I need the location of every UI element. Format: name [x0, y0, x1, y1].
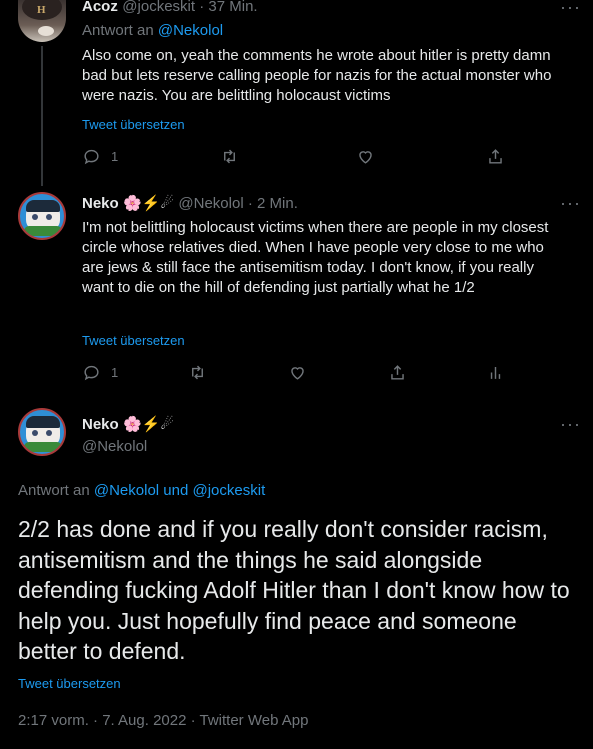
- reply-button[interactable]: 1: [82, 363, 118, 382]
- author-handle[interactable]: @jockeskit: [122, 0, 195, 15]
- reply-icon: [84, 365, 99, 381]
- author-name[interactable]: Acoz: [82, 0, 118, 15]
- more-icon[interactable]: ···: [560, 194, 581, 212]
- reply-prefix: Antwort an: [82, 22, 158, 39]
- name-emojis: 🌸⚡☄: [123, 195, 174, 212]
- like-button[interactable]: [288, 363, 307, 382]
- retweet-button[interactable]: [220, 147, 239, 166]
- retweet-icon: [192, 365, 203, 380]
- reply-prefix: Antwort an: [18, 482, 94, 499]
- avatar[interactable]: H: [18, 0, 66, 42]
- heart-icon: [359, 151, 372, 164]
- separator: ·: [243, 195, 258, 212]
- author-name[interactable]: Neko: [82, 416, 119, 433]
- reply-count: 1: [111, 149, 119, 164]
- reply-icon: [84, 149, 99, 165]
- logo-icon: H: [37, 4, 46, 16]
- tweet-text: Also come on, yeah the comments he wrote…: [82, 47, 552, 104]
- analytics-button[interactable]: [486, 363, 505, 382]
- separator: ·: [195, 0, 209, 15]
- analytics-icon: [490, 366, 501, 379]
- tweet-text: I'm not belittling holocaust victims whe…: [82, 219, 549, 296]
- translate-link[interactable]: Tweet übersetzen: [82, 117, 185, 132]
- retweet-button[interactable]: [188, 363, 207, 382]
- reply-to-link[interactable]: @Nekolol: [158, 22, 223, 39]
- author-name[interactable]: Neko: [82, 195, 119, 212]
- heart-icon: [291, 367, 304, 380]
- tweet-time[interactable]: 37 Min.: [208, 0, 257, 15]
- reply-button[interactable]: 1: [82, 147, 118, 166]
- more-icon[interactable]: ···: [560, 415, 581, 433]
- share-icon: [391, 365, 404, 380]
- avatar[interactable]: [18, 192, 66, 240]
- like-button[interactable]: [356, 147, 375, 166]
- tweet-time[interactable]: 2 Min.: [257, 195, 298, 212]
- reply-count: 1: [111, 365, 119, 380]
- tweet-timestamp[interactable]: 2:17 vorm. · 7. Aug. 2022 · Twitter Web …: [18, 712, 308, 729]
- share-button[interactable]: [486, 147, 505, 166]
- share-button[interactable]: [388, 363, 407, 382]
- translate-link[interactable]: Tweet übersetzen: [18, 676, 121, 691]
- translate-link[interactable]: Tweet übersetzen: [82, 333, 185, 348]
- share-icon: [489, 149, 502, 164]
- thread-line: [41, 46, 43, 186]
- main-tweet-text: 2/2 has done and if you really don't con…: [18, 516, 570, 664]
- name-emojis: 🌸⚡☄: [123, 416, 174, 433]
- reply-to-link[interactable]: @Nekolol und @jockeskit: [94, 482, 265, 499]
- author-handle[interactable]: @Nekolol: [82, 438, 147, 455]
- author-handle[interactable]: @Nekolol: [178, 195, 243, 212]
- more-icon[interactable]: ···: [560, 0, 581, 16]
- retweet-icon: [224, 149, 235, 164]
- avatar[interactable]: [18, 408, 66, 456]
